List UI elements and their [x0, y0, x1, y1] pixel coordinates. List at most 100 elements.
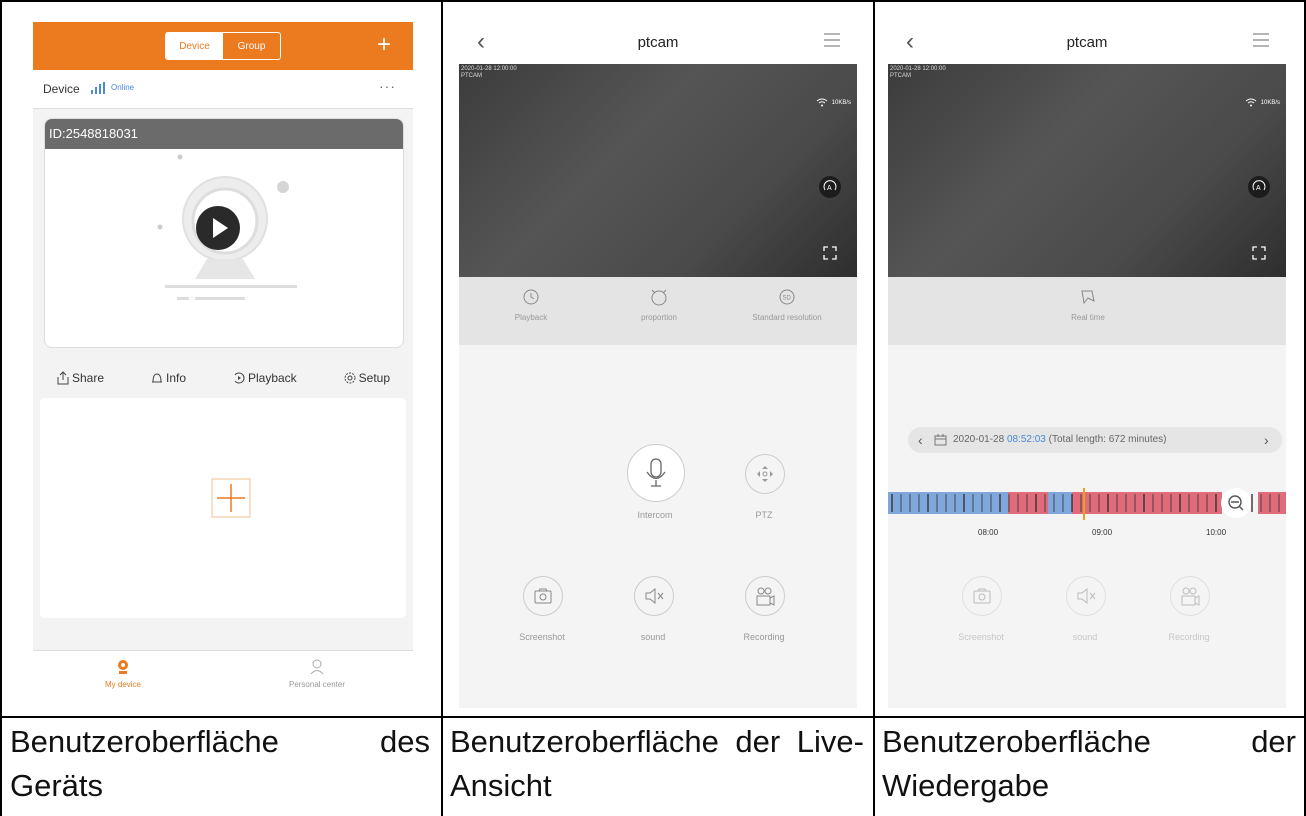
setup-label: Setup	[358, 371, 390, 385]
menu-icon[interactable]	[1252, 32, 1270, 48]
device-actions: Share Info Playback Setup	[33, 360, 413, 396]
auto-rotate-icon[interactable]: A	[1248, 176, 1270, 198]
history-icon	[523, 289, 539, 305]
gear-icon	[344, 372, 356, 384]
playback-button[interactable]: Playback	[232, 371, 297, 385]
page-title: ptcam	[1066, 34, 1108, 51]
fullscreen-icon[interactable]	[819, 242, 841, 264]
recording-label: Recording	[743, 632, 785, 642]
wifi-icon	[816, 98, 827, 107]
more-menu-icon[interactable]: ···	[379, 78, 396, 94]
share-icon	[57, 371, 69, 385]
header: ‹ ptcam	[888, 22, 1286, 64]
add-device-icon[interactable]	[211, 478, 251, 518]
ptz-button[interactable]	[745, 454, 785, 494]
timeline-segment	[1072, 492, 1222, 514]
video-record-icon	[756, 587, 775, 606]
video-feed[interactable]: 2020-01-28 12:00:00 PTCAM 10KB/s A	[459, 64, 857, 277]
real-time-label: Real time	[1071, 313, 1105, 322]
bitrate-text: 10KB/s	[831, 99, 851, 106]
status-badge: Online	[111, 83, 135, 92]
bitrate-indicator: 10KB/s	[816, 98, 851, 107]
fullscreen-icon[interactable]	[1248, 242, 1270, 264]
device-group-toggle[interactable]: Device Group	[165, 32, 281, 60]
svg-text:SD: SD	[783, 296, 792, 302]
screenshot-button[interactable]	[962, 576, 1002, 616]
intercom-button[interactable]	[627, 444, 685, 502]
date-selector[interactable]: ‹ 2020-01-28 08:52:03 (Total length: 672…	[908, 427, 1282, 453]
zoom-out-icon	[1228, 495, 1244, 511]
sound-label: sound	[1072, 632, 1098, 642]
person-icon	[310, 659, 324, 675]
video-toolbar: Real time	[888, 277, 1286, 345]
bitrate-indicator: 10KB/s	[1245, 98, 1280, 107]
bottom-tab-bar: My device Personal center	[33, 650, 413, 708]
camera-icon	[973, 588, 991, 604]
video-feed[interactable]: 2020-01-28 12:00:00 PTCAM 10KB/s A	[888, 64, 1286, 277]
table-divider-2	[873, 0, 875, 816]
tab-group[interactable]: Group	[223, 33, 280, 59]
recording-button[interactable]	[745, 576, 785, 616]
live-return-icon	[1081, 290, 1095, 305]
setup-button[interactable]: Setup	[343, 371, 390, 385]
timeline-segment	[1008, 492, 1048, 514]
timeline-segment	[888, 492, 1008, 514]
timeline-segment	[1258, 492, 1286, 514]
tab-personal-center[interactable]: Personal center	[257, 659, 377, 689]
tick-label: 10:00	[1206, 528, 1227, 537]
zoom-button[interactable]	[1221, 488, 1251, 518]
screenshot-button[interactable]	[523, 576, 563, 616]
osd-timestamp: 2020-01-28 12:00:00	[890, 66, 946, 72]
total-length: (Total length: 672 minutes)	[1048, 434, 1167, 445]
menu-icon[interactable]	[823, 32, 841, 48]
share-button[interactable]: Share	[56, 371, 104, 385]
page-title: ptcam	[637, 34, 679, 51]
add-device-card[interactable]	[40, 398, 406, 618]
intercom-label: Intercom	[637, 510, 673, 520]
tick-label: 09:00	[1092, 528, 1113, 537]
play-icon[interactable]	[195, 205, 241, 251]
tab-my-device[interactable]: My device	[63, 659, 183, 689]
table-border-top	[0, 0, 1306, 2]
proportion-icon	[651, 289, 667, 306]
share-label: Share	[71, 371, 105, 385]
device-row[interactable]: Device Online ···	[33, 70, 413, 109]
recording-label: Recording	[1168, 632, 1210, 642]
calendar-icon	[934, 434, 947, 446]
mute-icon	[645, 587, 664, 605]
sound-button[interactable]	[634, 576, 674, 616]
playback-label: Playback	[514, 313, 548, 322]
ptz-icon	[757, 466, 773, 482]
svg-text:A: A	[827, 185, 832, 192]
camera-icon	[534, 588, 552, 604]
device-id: ID:2548818031	[45, 119, 403, 149]
proportion-button[interactable]: proportion	[599, 287, 719, 322]
device-screen: Device Group + Device Online ··· ID:2548…	[33, 22, 413, 708]
auto-rotate-icon[interactable]: A	[819, 176, 841, 198]
caption-live-view: Benutzeroberfläche der Live-Ansicht	[450, 724, 864, 803]
osd-timestamp: 2020-01-28 12:00:00	[461, 66, 517, 72]
tab-device[interactable]: Device	[166, 33, 223, 59]
playback-icon	[234, 372, 245, 384]
resolution-button[interactable]: SD Standard resolution	[727, 287, 847, 322]
sound-button[interactable]	[1066, 576, 1106, 616]
recording-button[interactable]	[1170, 576, 1210, 616]
live-view-screen: ‹ ptcam 2020-01-28 12:00:00 PTCAM 10KB/s …	[459, 22, 857, 708]
real-time-button[interactable]: Real time	[1028, 287, 1148, 322]
playback-button[interactable]: Playback	[471, 287, 591, 322]
device-card[interactable]: ID:2548818031	[44, 118, 404, 348]
info-button[interactable]: Info	[150, 371, 186, 385]
screenshot-label: Screenshot	[958, 632, 1004, 642]
next-day-icon[interactable]: ›	[1264, 427, 1269, 453]
prev-day-icon[interactable]: ‹	[918, 427, 923, 453]
tab-personal-center-label: Personal center	[288, 680, 346, 689]
resolution-label: Standard resolution	[752, 313, 822, 322]
microphone-icon	[646, 458, 666, 487]
caption-device: Benutzeroberfläche des Geräts	[10, 724, 430, 803]
plus-icon[interactable]: +	[377, 33, 391, 57]
ptz-label: PTZ	[755, 510, 773, 520]
playback-screen: ‹ ptcam 2020-01-28 12:00:00 PTCAM 10KB/s …	[888, 22, 1286, 708]
wifi-icon	[1245, 98, 1256, 107]
device-name: Device	[43, 82, 80, 96]
tab-my-device-label: My device	[104, 680, 141, 689]
